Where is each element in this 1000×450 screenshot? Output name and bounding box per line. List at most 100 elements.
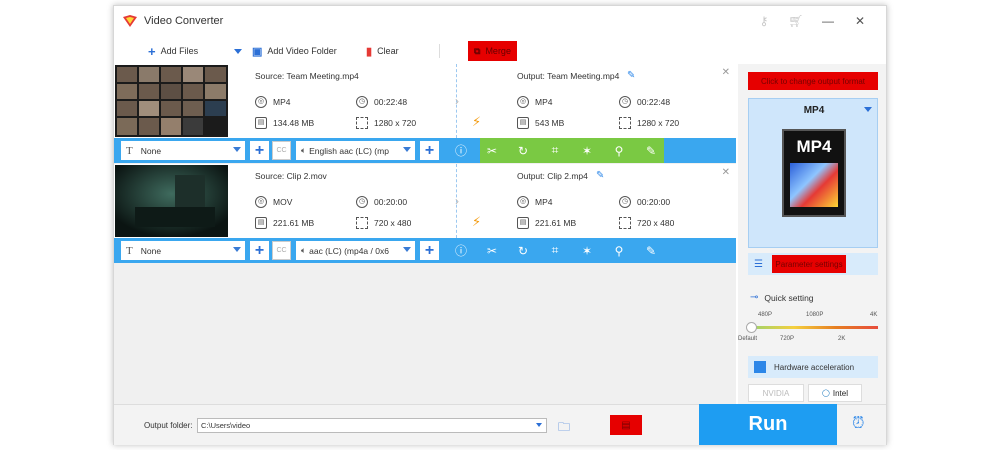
subtitle-select[interactable]: T None bbox=[121, 241, 245, 260]
file-icon: ▤ bbox=[255, 217, 267, 229]
plus-icon: + bbox=[148, 43, 156, 59]
source-resolution: 720 x 480 bbox=[356, 217, 411, 229]
folder-plus-icon: ▣ bbox=[252, 45, 263, 58]
chevron-down-icon bbox=[403, 247, 411, 252]
quality-slider-knob[interactable] bbox=[746, 322, 757, 333]
file-icon: ▤ bbox=[255, 117, 267, 129]
remove-item-close-icon[interactable]: ✕ bbox=[722, 167, 730, 178]
output-resolution: 1280 x 720 bbox=[619, 117, 679, 129]
intel-option[interactable]: ◯ Intel bbox=[808, 384, 862, 402]
change-output-format-hint[interactable]: Click to change output format bbox=[748, 72, 878, 90]
lightning-icon: ⚡︎ bbox=[472, 114, 482, 129]
audio-track-select[interactable]: 🔈︎ aac (LC) (mp4a / 0x6 bbox=[296, 241, 415, 260]
output-duration-value: 00:22:48 bbox=[637, 97, 671, 107]
add-video-folder-button[interactable]: ▣ Add Video Folder bbox=[252, 42, 337, 60]
add-audio-button[interactable]: + bbox=[420, 141, 439, 160]
rotate-icon[interactable]: ↻ bbox=[512, 141, 534, 160]
output-duration-value: 00:20:00 bbox=[637, 197, 671, 207]
watermark-stamp-icon[interactable]: ⚲ bbox=[608, 141, 630, 160]
output-format: ◎ MP4 bbox=[517, 196, 552, 208]
crop-icon[interactable]: ⌗ bbox=[544, 241, 566, 260]
effects-wand-icon[interactable]: ✶ bbox=[576, 141, 598, 160]
clear-button[interactable]: ▮ Clear bbox=[366, 42, 399, 60]
list-item[interactable]: Source: Team Meeting.mp4 ◎ MP4 ◷ 00:22:48 … bbox=[114, 64, 736, 163]
add-files-dropdown[interactable] bbox=[234, 42, 242, 60]
close-icon[interactable]: ✕ bbox=[844, 13, 876, 29]
clock-icon: ◷ bbox=[619, 96, 631, 108]
merge-icon: ⧉ bbox=[474, 45, 481, 56]
edit-icon[interactable]: ✎ bbox=[640, 141, 662, 160]
edit-icon[interactable]: ✎ bbox=[640, 241, 662, 260]
info-icon[interactable]: ⓘ bbox=[450, 141, 472, 160]
merge-label: Merge bbox=[485, 46, 511, 56]
output-folder-input[interactable]: C:\Users\video bbox=[197, 418, 547, 433]
crop-icon[interactable]: ⌗ bbox=[544, 141, 566, 160]
quick-setting-label: Quick setting bbox=[764, 292, 814, 303]
slider-icon: ⊸ bbox=[750, 292, 759, 303]
chip-icon bbox=[754, 361, 766, 373]
output-duration: ◷ 00:20:00 bbox=[619, 196, 670, 208]
source-format: ◎ MP4 bbox=[255, 96, 290, 108]
video-thumbnail[interactable] bbox=[115, 65, 228, 137]
source-format-value: MP4 bbox=[273, 97, 291, 107]
add-subtitle-button[interactable]: + bbox=[250, 141, 269, 160]
file-icon: ▤ bbox=[517, 217, 529, 229]
output-size-value: 221.61 MB bbox=[535, 218, 577, 228]
key-icon[interactable]: ⚷ bbox=[748, 13, 780, 29]
bottom-bar: Output folder: C:\Users\video 🗀︎ ▤ Run ⏰… bbox=[114, 404, 886, 445]
quality-slider-track[interactable] bbox=[752, 326, 878, 329]
alarm-clock-icon[interactable]: ⏰︎ bbox=[852, 415, 864, 433]
add-audio-button[interactable]: + bbox=[420, 241, 439, 260]
cart-icon[interactable]: 🛒︎ bbox=[780, 13, 812, 29]
quality-label: 480P bbox=[758, 312, 773, 318]
open-folder-icon[interactable]: 🗀︎ bbox=[558, 418, 570, 439]
info-icon[interactable]: ⓘ bbox=[450, 241, 472, 260]
output-size: ▤ 221.61 MB bbox=[517, 217, 576, 229]
remove-item-close-icon[interactable]: ✕ bbox=[722, 67, 730, 78]
output-filename: Output: Clip 2.mp4 bbox=[517, 171, 588, 181]
add-subtitle-button[interactable]: + bbox=[250, 241, 269, 260]
source-resolution-value: 1280 x 720 bbox=[374, 118, 417, 128]
intel-label: Intel bbox=[832, 388, 848, 398]
nvidia-label: NVIDIA bbox=[762, 388, 790, 398]
cc-icon[interactable]: CC bbox=[272, 141, 291, 160]
source-duration-value: 00:22:48 bbox=[374, 97, 408, 107]
rotate-icon[interactable]: ↻ bbox=[512, 241, 534, 260]
source-filename: Source: Team Meeting.mp4 bbox=[255, 71, 359, 81]
scissors-icon[interactable]: ✂ bbox=[481, 141, 503, 160]
clock-icon: ◷ bbox=[356, 96, 368, 108]
format-icon: ◎ bbox=[255, 196, 267, 208]
source-format-value: MOV bbox=[273, 197, 293, 207]
run-button[interactable]: Run bbox=[699, 404, 837, 445]
minimize-icon[interactable]: — bbox=[812, 13, 844, 29]
edit-pencil-icon[interactable]: ✎ bbox=[627, 70, 635, 81]
chevron-right-icon: › bbox=[455, 194, 459, 208]
intel-logo-icon: ◯ bbox=[822, 390, 830, 397]
source-size: ▤ 134.48 MB bbox=[255, 117, 314, 129]
parameter-settings-button[interactable]: ☰ Parameter settings bbox=[748, 253, 878, 275]
chevron-down-icon bbox=[234, 48, 242, 54]
list-item[interactable]: Source: Clip 2.mov ◎ MOV ◷ 00:20:00 ▤ 221.6… bbox=[114, 164, 736, 263]
cc-icon[interactable]: CC bbox=[272, 241, 291, 260]
output-format-selector[interactable]: MP4 MP4 bbox=[748, 98, 878, 248]
scissors-icon[interactable]: ✂ bbox=[481, 241, 503, 260]
effects-wand-icon[interactable]: ✶ bbox=[576, 241, 598, 260]
app-logo-icon bbox=[122, 14, 138, 28]
subtitle-value: None bbox=[140, 145, 162, 156]
output-format-value: MP4 bbox=[535, 97, 553, 107]
merge-button[interactable]: ⧉ Merge bbox=[468, 41, 517, 61]
hardware-acceleration-toggle[interactable]: Hardware acceleration bbox=[748, 356, 878, 378]
output-folder-value: C:\Users\video bbox=[201, 421, 251, 430]
audio-track-select[interactable]: 🔈︎ English aac (LC) (mp bbox=[296, 141, 415, 160]
open-output-folder-button[interactable]: ▤ bbox=[610, 415, 642, 435]
nvidia-option[interactable]: NVIDIA bbox=[748, 384, 804, 402]
chevron-down-icon bbox=[536, 423, 542, 427]
subtitle-select[interactable]: T None bbox=[121, 141, 245, 160]
audio-track-value: aac (LC) (mp4a / 0x6 bbox=[309, 245, 389, 256]
watermark-stamp-icon[interactable]: ⚲ bbox=[608, 241, 630, 260]
file-list: Source: Team Meeting.mp4 ◎ MP4 ◷ 00:22:48 … bbox=[114, 64, 736, 404]
edit-pencil-icon[interactable]: ✎ bbox=[596, 170, 604, 181]
add-files-button[interactable]: + Add Files bbox=[148, 42, 198, 60]
video-thumbnail[interactable] bbox=[115, 165, 228, 237]
trash-icon: ▮ bbox=[366, 45, 373, 58]
